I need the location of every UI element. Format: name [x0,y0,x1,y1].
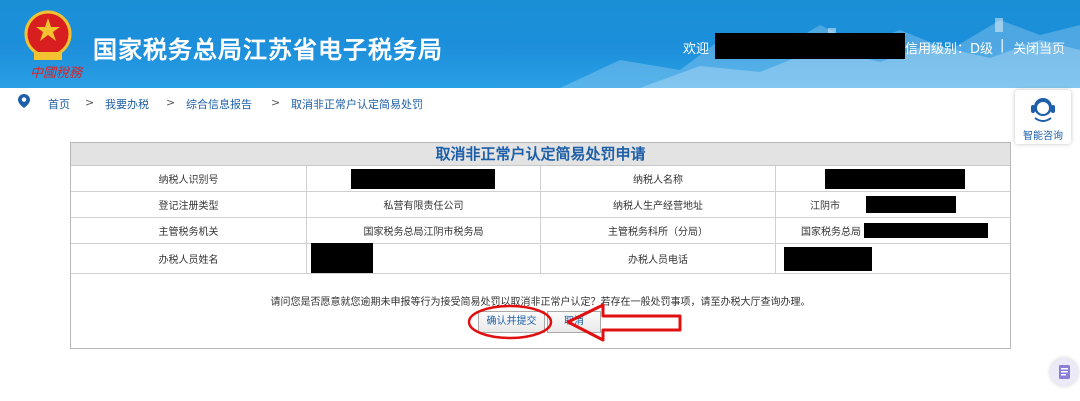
handler-name-input[interactable] [307,243,541,273]
credit-level: 信用级别：D级 [905,42,994,57]
breadcrumb-separator: > [85,96,95,109]
breadcrumb-separator: > [166,96,176,109]
confirmation-prompt: 请问您是否愿意就您逾期未申报等行为接受简易处罚以取消非正常户认定？若存在一般处罚… [270,297,811,308]
registration-type-label: 登记注册类型 [71,192,307,217]
breadcrumb-separator: > [271,96,281,109]
taxpayer-name-value [776,166,1010,191]
taxpayer-id-label: 纳税人识别号 [71,166,307,191]
form-title: 取消非正常户认定简易处罚申请 [71,143,1010,166]
cancel-abnormal-penalty-form: 取消非正常户认定简易处罚申请 纳税人识别号 纳税人名称 登记注册类型 私营有限责… [70,142,1011,349]
table-row: 纳税人识别号 纳税人名称 [71,166,1010,192]
tax-authority-value: 国家税务总局江阴市税务局 [307,218,541,243]
redacted-taxpayer-name [825,169,965,189]
welcome-text: 欢迎 [683,42,710,57]
site-header: 中國稅務 国家税务总局江苏省电子税务局 欢迎 信用级别：D级 | 关闭当页 [0,0,1080,88]
redacted-handler-name [311,243,373,273]
tax-branch-label: 主管税务科所（分局） [541,218,776,243]
document-icon [1059,365,1070,379]
handler-phone-input[interactable] [776,244,1010,273]
location-pin-icon [18,94,30,108]
header-separator: | [1000,38,1005,53]
redacted-handler-phone [784,247,872,271]
tax-branch-value: 国家税务总局 [776,218,1010,243]
table-row: 主管税务机关 国家税务总局江阴市税务局 主管税务科所（分局） 国家税务总局 [71,218,1010,244]
floating-action-button[interactable] [1050,358,1078,386]
breadcrumb-tax-handling[interactable]: 我要办税 [105,96,149,112]
breadcrumb-current: 取消非正常户认定简易处罚 [291,98,423,111]
breadcrumb-home[interactable]: 首页 [48,96,70,112]
smart-consult-widget[interactable]: 智能咨询 [1015,90,1071,144]
registration-type-value: 私营有限责任公司 [307,192,541,217]
business-address-value: 江阴市 [776,192,1010,217]
headset-agent-icon [1031,98,1055,122]
cancel-button[interactable]: 取消 [547,311,601,333]
table-row: 办税人员姓名 办税人员电话 [71,243,1010,274]
confirm-submit-button[interactable]: 确认并提交 [478,311,545,333]
redacted-user-name [715,33,905,59]
logo-script-text: 中國稅務 [30,66,83,81]
redacted-taxpayer-id [351,169,495,189]
smart-consult-label: 智能咨询 [1023,131,1063,142]
table-row: 登记注册类型 私营有限责任公司 纳税人生产经营地址 江阴市 [71,192,1010,218]
tax-emblem-icon [24,10,72,60]
redacted-tax-branch [864,223,988,238]
handler-phone-label: 办税人员电话 [541,244,776,273]
breadcrumb-info-report[interactable]: 综合信息报告 [186,96,252,112]
close-page-link[interactable]: 关闭当页 [1013,38,1065,57]
taxpayer-name-label: 纳税人名称 [541,166,776,191]
handler-name-label: 办税人员姓名 [71,244,307,273]
tax-authority-label: 主管税务机关 [71,218,307,243]
business-address-label: 纳税人生产经营地址 [541,192,776,217]
form-grid: 纳税人识别号 纳税人名称 登记注册类型 私营有限责任公司 纳税人生产经营地址 江… [71,166,1010,274]
site-title: 国家税务总局江苏省电子税务局 [93,36,443,64]
taxpayer-id-value [307,166,541,191]
redacted-address [866,196,956,213]
